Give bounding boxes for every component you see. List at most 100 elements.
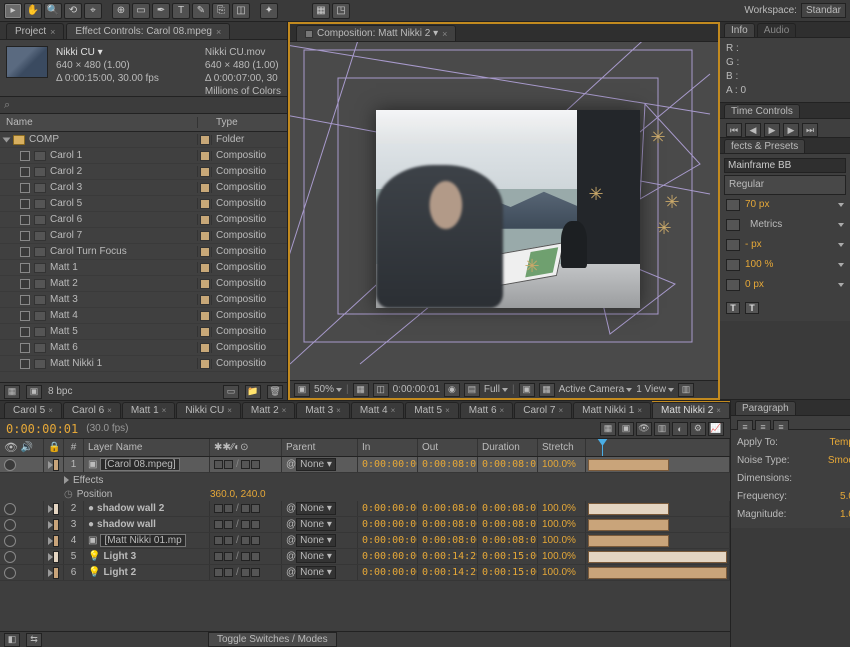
parent-dropdown[interactable]: None ▾ — [296, 518, 336, 531]
layer-bar[interactable] — [588, 567, 727, 579]
wiggly-property-row[interactable]: Noise Type:Smoo — [737, 452, 850, 470]
wiggly-property-row[interactable]: Frequency:5.0 — [737, 488, 850, 506]
wiggly-property-row[interactable]: Apply To:Temp — [737, 434, 850, 452]
project-item[interactable]: Matt 1Compositio — [0, 260, 287, 276]
clone-icon[interactable]: ⎘ — [212, 3, 230, 19]
twirl-icon[interactable] — [3, 137, 11, 142]
next-frame-icon[interactable]: ▶ — [783, 123, 799, 137]
checkbox[interactable] — [20, 151, 30, 161]
label-swatch[interactable] — [200, 231, 210, 241]
pickwhip-icon[interactable]: @ — [286, 551, 296, 562]
pickwhip-icon[interactable]: @ — [286, 535, 296, 546]
frame-blend-icon[interactable]: ▥ — [654, 422, 670, 436]
label-swatch[interactable] — [53, 459, 59, 471]
shy-icon[interactable]: 👁 — [636, 422, 652, 436]
transparency-icon[interactable]: ▦ — [539, 383, 555, 397]
stopwatch-icon[interactable]: ◷ — [64, 489, 73, 500]
rect-icon[interactable]: ▭ — [132, 3, 150, 19]
layer-row[interactable]: 3●shadow wall/@ None ▾0:00:00:000:00:08:… — [0, 517, 730, 533]
project-item[interactable]: Matt 3Compositio — [0, 292, 287, 308]
project-item[interactable]: Carol Turn FocusCompositio — [0, 244, 287, 260]
col-name[interactable]: Name — [0, 117, 198, 128]
label-swatch[interactable] — [200, 343, 210, 353]
project-item[interactable]: Matt 5Compositio — [0, 324, 287, 340]
chevron-down-icon[interactable] — [838, 223, 844, 227]
pickwhip-icon[interactable]: @ — [286, 503, 296, 514]
brainstorm-icon[interactable]: ⚙ — [690, 422, 706, 436]
italic-icon[interactable] — [745, 302, 759, 314]
checkbox[interactable] — [20, 295, 30, 305]
tab-audio[interactable]: Audio — [757, 23, 797, 37]
col-duration[interactable]: Duration — [478, 439, 538, 456]
tab-composition[interactable]: Composition: Matt Nikki 2 ▾× — [296, 25, 456, 41]
prev-frame-icon[interactable]: ◀ — [745, 123, 761, 137]
layer-bar[interactable] — [588, 503, 669, 515]
eye-icon[interactable] — [4, 551, 16, 563]
tab-time-controls[interactable]: Time Controls — [724, 104, 800, 118]
char-property-row[interactable]: Metrics — [724, 215, 846, 235]
layer-bar[interactable] — [588, 535, 669, 547]
col-track[interactable] — [586, 439, 730, 456]
label-swatch[interactable] — [53, 535, 59, 547]
checkbox[interactable] — [20, 359, 30, 369]
puppet-icon[interactable]: ✦ — [260, 3, 278, 19]
timeline-tab[interactable]: Carol 7× — [514, 402, 572, 418]
checkbox[interactable] — [20, 311, 30, 321]
pickwhip-icon[interactable]: @ — [286, 567, 296, 578]
trash-icon[interactable]: 🗑 — [267, 385, 283, 399]
motion-blur-icon[interactable]: ◐ — [672, 422, 688, 436]
first-frame-icon[interactable]: ⏮ — [726, 123, 742, 137]
chevron-down-icon[interactable] — [838, 263, 844, 267]
col-av[interactable]: 👁 🔊 — [0, 439, 44, 456]
light-gizmo-icon[interactable] — [586, 184, 606, 204]
light-gizmo-icon[interactable] — [662, 192, 682, 212]
chevron-down-icon[interactable] — [838, 283, 844, 287]
char-property-row[interactable]: 0 px — [724, 275, 846, 295]
col-num[interactable]: # — [64, 439, 84, 456]
timeline-layers[interactable]: 1▣[Carol 08.mpeg]/@ None ▾0:00:00:000:00… — [0, 457, 730, 631]
col-switches[interactable]: ✱✱⁄⁄◐⊙ — [210, 439, 282, 456]
always-preview-icon[interactable]: ▣ — [294, 383, 310, 397]
snap-icon[interactable]: ◳ — [332, 3, 350, 19]
eye-icon[interactable] — [4, 519, 16, 531]
checkbox[interactable] — [20, 327, 30, 337]
position-subrow[interactable]: ◷ Position360.0, 240.0 — [0, 487, 730, 501]
label-swatch[interactable] — [200, 295, 210, 305]
pen-icon[interactable]: ✒ — [152, 3, 170, 19]
parent-dropdown[interactable]: None ▾ — [296, 534, 336, 547]
type-icon[interactable]: T — [172, 3, 190, 19]
chevron-down-icon[interactable] — [838, 203, 844, 207]
camera-dropdown[interactable]: Active Camera — [559, 384, 633, 395]
current-timecode[interactable]: 0:00:00:01 — [0, 422, 78, 436]
label-swatch[interactable] — [53, 519, 59, 531]
layer-bar[interactable] — [588, 551, 727, 563]
timeline-tab[interactable]: Matt Nikki 1× — [573, 402, 651, 418]
col-out[interactable]: Out — [418, 439, 478, 456]
eye-icon[interactable] — [4, 459, 16, 471]
parent-dropdown[interactable]: None ▾ — [296, 458, 336, 471]
checkbox[interactable] — [20, 279, 30, 289]
layer-bar[interactable] — [588, 459, 669, 471]
pan-behind-icon[interactable]: ⊕ — [112, 3, 130, 19]
mask-icon[interactable]: ◫ — [373, 383, 389, 397]
tab-effects-presets[interactable]: fects & Presets — [724, 139, 805, 153]
label-swatch[interactable] — [200, 183, 210, 193]
rotate-icon[interactable]: ⟲ — [64, 3, 82, 19]
timeline-tab[interactable]: Matt 5× — [405, 402, 458, 418]
layer-row[interactable]: 4▣[Matt Nikki 01.mp/@ None ▾0:00:00:000:… — [0, 533, 730, 549]
clip-name[interactable]: Nikki CU ▾ — [56, 46, 159, 59]
project-item[interactable]: Carol 1Compositio — [0, 148, 287, 164]
project-item[interactable]: Carol 2Compositio — [0, 164, 287, 180]
tab-project[interactable]: Project× — [6, 23, 64, 39]
label-swatch[interactable] — [200, 167, 210, 177]
label-swatch[interactable] — [200, 247, 210, 257]
timeline-tab[interactable]: Carol 5× — [4, 402, 62, 418]
col-in[interactable]: In — [358, 439, 418, 456]
label-swatch[interactable] — [200, 327, 210, 337]
guides-icon[interactable]: ▦ — [312, 3, 330, 19]
zoom-icon[interactable]: 🔍 — [44, 3, 62, 19]
project-item[interactable]: Matt 2Compositio — [0, 276, 287, 292]
col-stretch[interactable]: Stretch — [538, 439, 586, 456]
timeline-tab[interactable]: Matt 1× — [122, 402, 175, 418]
char-property-row[interactable]: 100 % — [724, 255, 846, 275]
